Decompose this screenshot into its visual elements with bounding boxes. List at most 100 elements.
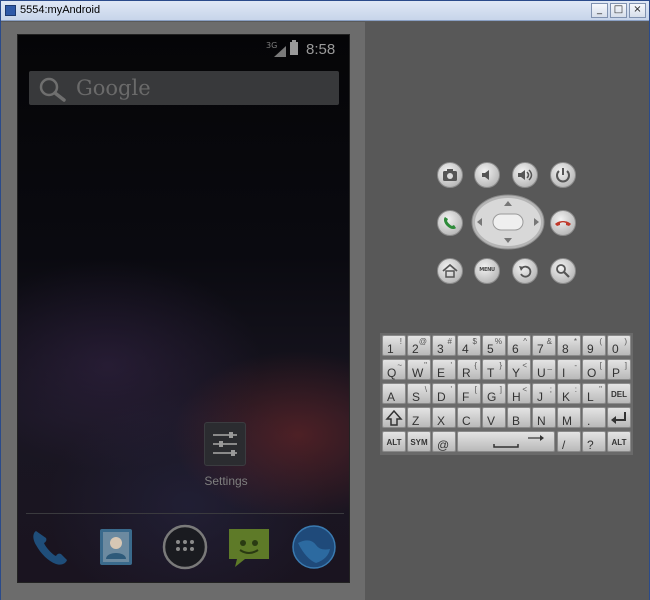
key-o[interactable]: O[ — [582, 359, 606, 380]
menu-button[interactable]: MENU — [474, 258, 500, 284]
key-e[interactable]: E ' — [432, 359, 456, 380]
key-r[interactable]: R{ — [457, 359, 481, 380]
key-t[interactable]: T} — [482, 359, 506, 380]
app-drawer-icon[interactable] — [161, 523, 209, 571]
key-6[interactable]: 6 ^ — [507, 335, 531, 356]
power-button[interactable] — [550, 162, 576, 188]
key-p[interactable]: P] — [607, 359, 631, 380]
question-key[interactable]: ? — [582, 431, 606, 452]
minimize-button[interactable]: _ — [591, 3, 608, 18]
key-label: O — [587, 366, 597, 380]
key-9[interactable]: 9( — [582, 335, 606, 356]
key-label: F — [462, 390, 470, 404]
home-button[interactable] — [437, 258, 463, 284]
key-7[interactable]: 7 & — [532, 335, 556, 356]
space-icon — [493, 435, 544, 448]
key-label: 5 — [487, 342, 494, 356]
dpad[interactable] — [471, 194, 545, 250]
key-alt-label: " — [424, 361, 427, 370]
key-u[interactable]: U _ — [532, 359, 556, 380]
key-alt-label: ) — [624, 337, 627, 346]
key-c[interactable]: C — [457, 407, 481, 428]
search-button[interactable] — [550, 258, 576, 284]
key-alt-label: ] — [499, 385, 502, 394]
dock — [18, 517, 349, 581]
key-n[interactable]: N — [532, 407, 556, 428]
key-label: V — [487, 414, 496, 428]
device-screen[interactable]: 3G 8:58 Google Settings — [17, 34, 350, 583]
key-label: . — [587, 414, 591, 428]
call-button[interactable] — [437, 210, 463, 236]
key-alt-label: ( — [599, 337, 602, 346]
back-button[interactable] — [512, 258, 538, 284]
key-8[interactable]: 8 * — [557, 335, 581, 356]
key-2[interactable]: 2 @ — [407, 335, 431, 356]
controls-panel — [365, 22, 649, 600]
key-l[interactable]: L " — [582, 383, 606, 404]
alt-left-key[interactable]: ALT — [382, 431, 406, 452]
key-label: E — [437, 366, 446, 380]
key-alt-label: * — [573, 337, 577, 346]
phone-icon[interactable] — [26, 523, 74, 571]
key-i[interactable]: I- — [557, 359, 581, 380]
key-d[interactable]: D ' — [432, 383, 456, 404]
title-bar[interactable]: 5554:myAndroid _ □ × — [1, 1, 649, 21]
shift-key[interactable] — [382, 407, 406, 428]
key-1[interactable]: 1! — [382, 335, 406, 356]
key-g[interactable]: G] — [482, 383, 506, 404]
at-key[interactable]: @ — [432, 431, 456, 452]
key-x[interactable]: X — [432, 407, 456, 428]
key-s[interactable]: S \ — [407, 383, 431, 404]
key-q[interactable]: Q ~ — [382, 359, 406, 380]
back-icon — [519, 265, 532, 278]
key-z[interactable]: Z — [407, 407, 431, 428]
key-j[interactable]: J; — [532, 383, 556, 404]
key-b[interactable]: B — [507, 407, 531, 428]
slash-key[interactable]: / — [557, 431, 581, 452]
key-alt-label: $ — [472, 337, 477, 346]
key-alt-label: } — [499, 361, 502, 370]
settings-shortcut[interactable]: Settings — [198, 422, 258, 502]
key-3[interactable]: 3 # — [432, 335, 456, 356]
key-label: @ — [437, 438, 450, 452]
key-f[interactable]: F[ — [457, 383, 481, 404]
space-key[interactable] — [457, 431, 555, 452]
key-w[interactable]: W " — [407, 359, 431, 380]
key-h[interactable]: H < — [507, 383, 531, 404]
search-placeholder: Google — [76, 76, 151, 100]
key-label: T — [487, 366, 495, 380]
google-search-bar[interactable]: Google — [29, 71, 339, 105]
maximize-button[interactable]: □ — [610, 3, 627, 18]
contacts-icon[interactable] — [92, 523, 140, 571]
volume-down-button[interactable] — [474, 162, 500, 188]
close-button[interactable]: × — [629, 3, 646, 18]
end-call-button[interactable] — [550, 210, 576, 236]
key-alt-label: # — [447, 337, 452, 346]
key-alt-label: { — [474, 361, 477, 370]
key-period[interactable]: . — [582, 407, 606, 428]
key-label: ? — [587, 438, 594, 452]
key-label: D — [437, 390, 446, 404]
key-del[interactable]: DEL — [607, 383, 631, 404]
key-v[interactable]: V — [482, 407, 506, 428]
key-label: L — [587, 390, 594, 404]
key-0[interactable]: 0) — [607, 335, 631, 356]
volume-up-button[interactable] — [512, 162, 538, 188]
dpad-center-button[interactable] — [492, 213, 524, 231]
camera-button[interactable] — [437, 162, 463, 188]
menu-label: MENU — [479, 267, 495, 273]
messaging-icon[interactable] — [225, 523, 273, 571]
key-label: ALT — [611, 438, 627, 447]
key-5[interactable]: 5% — [482, 335, 506, 356]
key-a[interactable]: A — [382, 383, 406, 404]
enter-key[interactable] — [607, 407, 631, 428]
key-k[interactable]: K: — [557, 383, 581, 404]
key-label: N — [537, 414, 546, 428]
browser-icon[interactable] — [290, 523, 338, 571]
key-m[interactable]: M — [557, 407, 581, 428]
key-4[interactable]: 4 $ — [457, 335, 481, 356]
alt-right-key[interactable]: ALT — [607, 431, 631, 452]
key-label: H — [512, 390, 521, 404]
key-y[interactable]: Y < — [507, 359, 531, 380]
sym-key[interactable]: SYM — [407, 431, 431, 452]
